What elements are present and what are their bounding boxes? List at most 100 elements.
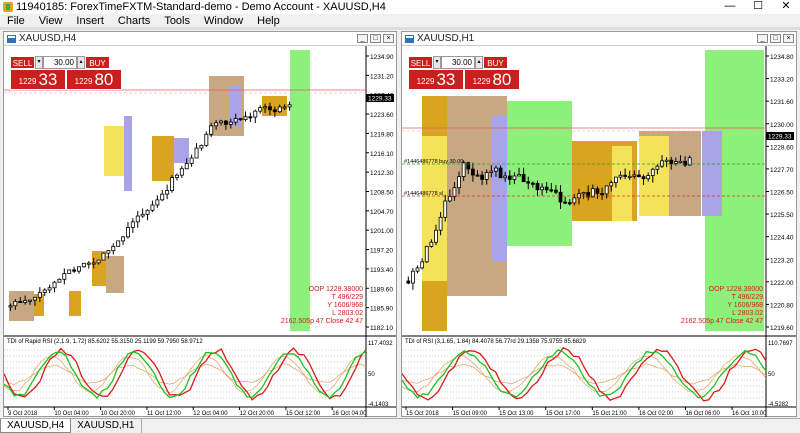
candle-body	[253, 110, 258, 118]
price-label: 1216.10	[370, 151, 394, 158]
ask-price-button[interactable]: 1229 80	[464, 69, 520, 90]
candle-body	[125, 227, 130, 238]
candle-body	[678, 160, 683, 163]
sell-button[interactable]: SELL	[408, 56, 433, 69]
candle-body	[189, 157, 194, 164]
candle-body	[282, 106, 287, 109]
time-label: 15 Oct 09:00	[453, 411, 488, 417]
chart-minimize-button[interactable]: _	[757, 34, 768, 43]
candle-body	[457, 176, 461, 189]
candle-body	[184, 163, 189, 170]
candle-body	[443, 200, 448, 218]
menu-file[interactable]: File	[0, 15, 32, 27]
chart-window-titlebar[interactable]: XAUUSD,H4 _ □ ×	[4, 32, 396, 46]
price-label: 1219.60	[770, 325, 794, 332]
candle-body	[267, 106, 272, 111]
market-zone	[702, 131, 722, 216]
time-label: 16 Oct 02:00	[639, 411, 674, 417]
toolbar-strip	[0, 28, 800, 30]
price-label: 1219.80	[370, 131, 394, 138]
ask-price-button[interactable]: 1229 80	[66, 69, 122, 90]
candle-body	[429, 241, 434, 247]
time-label: 12 Oct 04:00	[193, 411, 228, 417]
price-label: 1224.40	[770, 235, 794, 242]
indicator-max-label: 110.7697	[768, 341, 793, 347]
time-label: 16 Oct 10:00	[732, 411, 767, 417]
candle-body	[106, 250, 111, 254]
order-sl-label: #1446486778 sl	[404, 191, 443, 197]
time-label: 15 Oct 13:00	[499, 411, 534, 417]
lot-decrease-button[interactable]: ▾	[35, 56, 43, 69]
price-label: 1233.20	[770, 77, 794, 84]
price-label: 1231.60	[770, 99, 794, 106]
chart-window-h1[interactable]: XAUUSD,H1 _ □ × 1234.80 1233.20 1231.60 123…	[401, 31, 797, 417]
chart-maximize-button[interactable]: □	[770, 34, 781, 43]
price-label: 1182.10	[370, 325, 393, 332]
candle-body	[101, 252, 106, 261]
price-chart-svg[interactable]: 1234.80 1233.20 1231.60 1230.00 1228.60 1227.…	[401, 46, 796, 417]
menu-charts[interactable]: Charts	[111, 15, 157, 27]
candle-body	[243, 116, 248, 121]
lot-decrease-button[interactable]: ▾	[433, 56, 441, 69]
trade-info-line: Y 1606/968	[327, 302, 363, 309]
chart-close-button[interactable]: ×	[783, 34, 794, 43]
price-label: 1223.60	[370, 112, 394, 119]
trade-info-line: T 496/229	[732, 294, 764, 301]
price-label: 1208.50	[370, 190, 394, 197]
candle-body	[452, 187, 457, 197]
sell-button[interactable]: SELL	[10, 56, 35, 69]
lot-increase-button[interactable]: ▴	[77, 56, 85, 69]
candle-body	[204, 133, 209, 146]
market-zone	[612, 146, 632, 221]
menu-window[interactable]: Window	[197, 15, 250, 27]
tab-xauusd-h4[interactable]: XAUUSD,H4	[0, 419, 72, 433]
chart-close-button[interactable]: ×	[383, 34, 394, 43]
candle-body	[609, 182, 614, 187]
candle-body	[233, 118, 238, 123]
candle-body	[544, 186, 549, 191]
candle-body	[567, 202, 572, 205]
buy-button[interactable]: BUY	[483, 56, 508, 69]
lot-size-input[interactable]: 30.00	[441, 56, 475, 69]
time-label: 16 Oct 04:00	[332, 411, 367, 417]
buy-button[interactable]: BUY	[85, 56, 110, 69]
price-label: 1234.90	[370, 54, 394, 61]
chart-maximize-button[interactable]: □	[370, 34, 381, 43]
price-label: 1204.70	[370, 209, 394, 216]
candle-body	[660, 160, 664, 167]
price-label: 1228.60	[770, 144, 794, 151]
market-zone	[104, 126, 124, 176]
candle-body	[623, 174, 627, 177]
candle-body	[209, 125, 214, 135]
time-label: 16 Oct 06:00	[685, 411, 720, 417]
maximize-button[interactable]: ☐	[744, 0, 772, 14]
chart-window-h4[interactable]: XAUUSD,H4 _ □ × 1234.901231.201227.40122…	[3, 31, 397, 417]
menu-insert[interactable]: Insert	[69, 15, 111, 27]
time-label: 11 Oct 12:00	[147, 411, 182, 417]
price-chart-svg[interactable]: 1234.901231.201227.401223.601219.801216.…	[3, 46, 396, 417]
candle-body	[81, 262, 86, 268]
candle-body	[475, 174, 480, 177]
bid-price-button[interactable]: 1229 33	[408, 69, 464, 90]
one-click-trading-panel: SELL ▾ 30.00 ▴ BUY 1229 33 1229 80	[10, 56, 122, 90]
candle-body	[673, 161, 678, 165]
app-logo-icon	[3, 2, 13, 12]
candle-body	[489, 170, 494, 173]
chart-minimize-button[interactable]: _	[357, 34, 368, 43]
close-button[interactable]: ✕	[772, 0, 800, 14]
candle-body	[604, 185, 609, 195]
menu-help[interactable]: Help	[250, 15, 287, 27]
lot-increase-button[interactable]: ▴	[475, 56, 483, 69]
market-zone	[507, 101, 572, 246]
tab-xauusd-h1[interactable]: XAUUSD,H1	[71, 419, 142, 433]
chart-window-titlebar[interactable]: XAUUSD,H1 _ □ ×	[402, 32, 796, 46]
menu-tools[interactable]: Tools	[157, 15, 197, 27]
menu-view[interactable]: View	[32, 15, 70, 27]
bid-price-button[interactable]: 1229 33	[10, 69, 66, 90]
candle-body	[155, 199, 160, 206]
price-label: 1227.70	[770, 167, 794, 174]
minimize-button[interactable]: —	[716, 0, 744, 14]
time-label: 15 Oct 12:00	[286, 411, 321, 417]
candle-body	[42, 289, 47, 293]
lot-size-input[interactable]: 30.00	[43, 56, 77, 69]
